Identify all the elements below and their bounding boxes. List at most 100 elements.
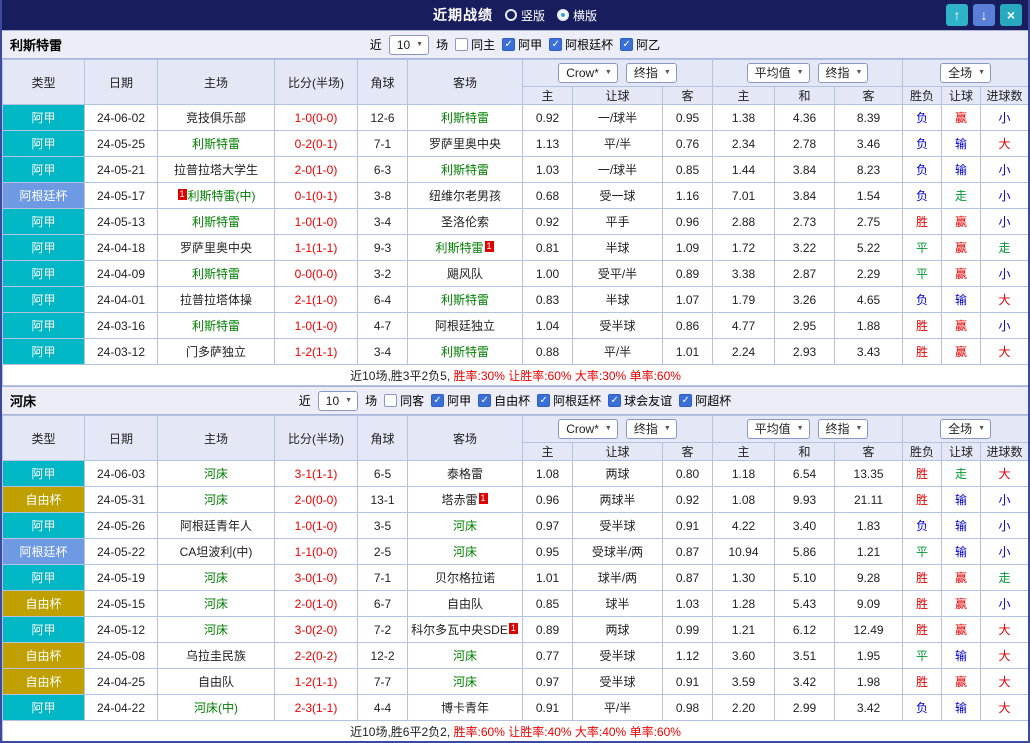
odds-home: 0.81: [522, 234, 573, 261]
competition-type-badge: 阿甲: [2, 156, 85, 183]
sub-column-header: 进球数: [980, 86, 1028, 105]
team-name-text: 飓风队: [446, 267, 483, 281]
competition-type-badge: 阿甲: [2, 130, 85, 157]
scroll-down-button[interactable]: ↓: [973, 4, 995, 26]
match-count-select[interactable]: 10 ▼: [317, 390, 359, 411]
team-name-text: 利斯特雷: [440, 345, 489, 359]
select-value: Crow*: [566, 66, 599, 80]
avg-home-odds: 3.59: [712, 668, 776, 695]
final-index-select[interactable]: 终指 ▼: [817, 63, 869, 83]
final-index-select[interactable]: 终指 ▼: [817, 419, 869, 439]
red-card-badge: 1: [177, 189, 187, 200]
home-team-cell: 1 利斯特雷(中): [157, 182, 275, 209]
league-filter-checkbox[interactable]: ✓ 自由杯: [478, 392, 530, 409]
score-cell: 1-0(0-0): [274, 104, 358, 131]
avg-home-odds: 1.38: [712, 104, 776, 131]
team-title: 河床: [10, 394, 37, 409]
radio-label: 横版: [573, 8, 598, 23]
same-venue-checkbox[interactable]: 同客: [384, 392, 424, 409]
result-win-draw-loss: 平: [902, 260, 943, 287]
handicap-line: 平/半: [572, 338, 663, 365]
team-name-text: 门多萨独立: [185, 345, 246, 359]
checkbox-checked-icon: ✓: [679, 394, 693, 407]
match-row: 阿甲 24-04-09 利斯特雷 0-0(0-0) 3-2 飓风队 1.00 受平/半 0.89…: [2, 260, 1028, 287]
competition-type-badge: 阿甲: [2, 286, 85, 313]
close-button[interactable]: ×: [1000, 4, 1022, 26]
odds-away: 0.91: [661, 668, 714, 695]
avg-home-odds: 1.18: [712, 460, 776, 487]
checkbox-label: 阿乙: [636, 38, 661, 52]
corners-cell: 9-3: [357, 234, 408, 261]
sub-column-header: 客: [834, 442, 904, 461]
same-venue-checkbox[interactable]: 同主: [455, 36, 495, 53]
odds-home: 1.03: [522, 156, 573, 183]
league-filter-checkbox[interactable]: ✓ 阿根廷杯: [537, 392, 601, 409]
match-count-select[interactable]: 10 ▼: [388, 34, 430, 55]
select-value: 终指: [633, 422, 658, 436]
page-title: 近期战绩: [432, 7, 493, 23]
avg-away-odds: 8.23: [834, 156, 904, 183]
score-cell: 1-2(1-1): [274, 338, 358, 365]
bookmaker-select[interactable]: Crow* ▼: [558, 419, 618, 439]
league-filter-checkbox[interactable]: ✓ 阿超杯: [679, 392, 731, 409]
away-team-cell: 利斯特雷 1: [407, 234, 523, 261]
match-row: 阿甲 24-03-12 门多萨独立 1-2(1-1) 3-4 利斯特雷 0.88 平/半 1.0…: [2, 338, 1028, 365]
avg-draw-odds: 3.84: [774, 156, 836, 183]
team-name-text: 利斯特雷: [191, 137, 240, 151]
score-cell: 2-0(1-0): [274, 156, 358, 183]
period-select[interactable]: 全场 ▼: [940, 63, 992, 83]
match-row: 阿甲 24-06-03 河床 3-1(1-1) 6-5 泰格雷 1.08 两球 0.80 1.18…: [2, 460, 1028, 487]
score-cell: 2-0(1-0): [274, 590, 358, 617]
average-value-select[interactable]: 平均值 ▼: [746, 63, 810, 83]
score-cell: 2-0(0-0): [274, 486, 358, 513]
radio-horizontal-layout[interactable]: 横版: [557, 7, 597, 24]
final-index-select[interactable]: 终指 ▼: [625, 419, 677, 439]
league-filter-checkbox[interactable]: ✓ 阿甲: [502, 36, 542, 53]
column-header: 主场: [157, 415, 275, 461]
avg-draw-odds: 3.26: [774, 286, 836, 313]
radio-vertical-layout[interactable]: 竖版: [504, 7, 545, 24]
final-index-select[interactable]: 终指 ▼: [625, 63, 677, 83]
league-filter-checkbox[interactable]: ✓ 阿根廷杯: [549, 36, 613, 53]
sub-column-header: 主: [712, 86, 776, 105]
sub-column-header: 让球: [941, 86, 982, 105]
chevron-down-icon: ▼: [416, 40, 424, 48]
match-row: 阿甲 24-03-16 利斯特雷 1-0(1-0) 4-7 阿根廷独立 1.04 受半球 0.8…: [2, 312, 1028, 339]
column-header: 类型: [2, 415, 85, 461]
select-value: 全场: [948, 422, 973, 436]
avg-away-odds: 2.29: [834, 260, 904, 287]
period-select[interactable]: 全场 ▼: [940, 419, 992, 439]
average-value-select[interactable]: 平均值 ▼: [746, 419, 810, 439]
odds-away: 0.85: [661, 156, 714, 183]
odds-away: 0.91: [661, 512, 714, 539]
away-team-cell: 河床: [407, 538, 523, 565]
avg-home-odds: 4.22: [712, 512, 776, 539]
handicap-line: 一/球半: [572, 156, 663, 183]
avg-draw-odds: 5.43: [774, 590, 836, 617]
league-filter-checkbox[interactable]: ✓ 阿甲: [431, 392, 471, 409]
team-name-text: 博卡青年: [440, 701, 489, 715]
result-handicap: 输: [941, 642, 982, 669]
team-section-2: 河床近 10 ▼ 场同客 ✓ 阿甲 ✓ 自由杯 ✓ 阿根廷杯 ✓ 球会友谊 ✓ 阿超杯 类型 日期 主场 比分(半…: [2, 386, 1028, 741]
match-date: 24-05-13: [84, 208, 158, 235]
team-name-text: 罗萨里奥中央: [179, 241, 252, 255]
match-row: 阿甲 24-05-19 河床 3-0(1-0) 7-1 贝尔格拉诺 1.01 球半/两 0.87…: [2, 564, 1028, 591]
team-name-text: 塔赤雷: [441, 493, 478, 507]
bookmaker-select[interactable]: Crow* ▼: [558, 63, 618, 83]
odds-home: 0.68: [522, 182, 573, 209]
checkbox-checked-icon: ✓: [478, 394, 492, 407]
result-win-draw-loss: 负: [902, 512, 943, 539]
odds-away: 0.92: [661, 486, 714, 513]
sub-column-header: 让球: [572, 86, 663, 105]
near-label: 近: [298, 394, 311, 408]
league-filter-checkbox[interactable]: ✓ 阿乙: [620, 36, 660, 53]
league-filter-checkbox[interactable]: ✓ 球会友谊: [608, 392, 672, 409]
match-date: 24-05-15: [84, 590, 158, 617]
avg-draw-odds: 2.87: [774, 260, 836, 287]
competition-type-badge: 阿甲: [2, 512, 85, 539]
odds-home: 0.83: [522, 286, 573, 313]
scroll-up-button[interactable]: ↑: [946, 4, 968, 26]
result-handicap: 输: [941, 130, 982, 157]
chevron-down-icon: ▼: [978, 69, 986, 76]
odds-home: 0.97: [522, 668, 573, 695]
